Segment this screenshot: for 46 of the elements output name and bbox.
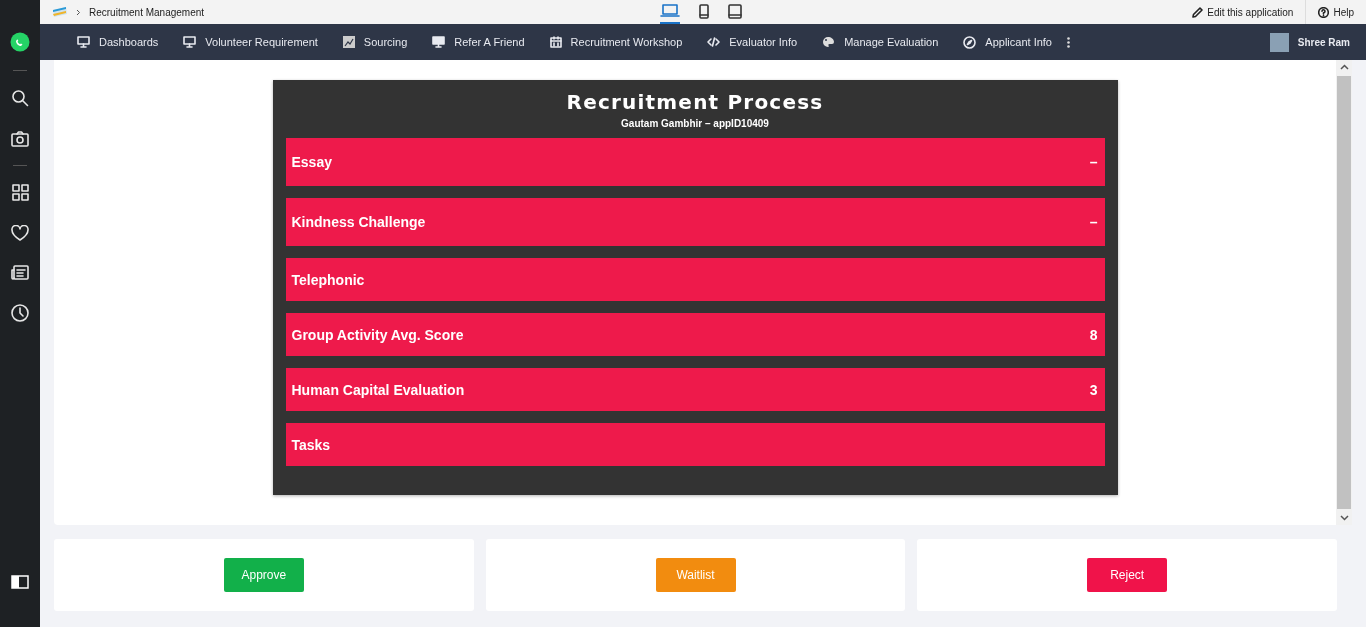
search-icon[interactable] [11,89,29,107]
process-row[interactable]: Kindness Challenge – [285,198,1105,246]
nav-item[interactable]: Recruitment Workshop [549,36,683,48]
grid-icon[interactable] [11,184,29,201]
scrollbar-thumb[interactable] [1337,76,1351,509]
compass-icon [963,35,977,49]
chevron-icon [76,8,81,16]
phone-icon [698,3,710,19]
nav-item[interactable]: Dashboards [77,36,159,48]
edit-link[interactable]: Edit this application [1180,0,1306,24]
monitor-icon [183,36,197,48]
calendar-icon [549,36,562,48]
process-row[interactable]: Essay – [285,138,1105,186]
nav-item[interactable]: Manage Evaluation [822,36,939,48]
help-icon [1318,6,1330,18]
process-row[interactable]: Group Activity Avg. Score 8 [285,313,1105,356]
pencil-icon [1192,6,1204,18]
clock-icon[interactable] [11,304,29,322]
app-logo-icon [52,6,68,18]
breadcrumb-title[interactable]: Recruitment Management [89,6,205,18]
process-title: Recruitment Process [565,90,825,114]
user-name[interactable]: Shree Ram [1297,36,1350,48]
avatar[interactable] [1269,32,1289,52]
process-row[interactable]: Human Capital Evaluation 3 [285,368,1105,411]
nav-item[interactable]: Volunteer Requirement [183,36,318,48]
newspaper-icon[interactable] [11,265,29,280]
code-icon [707,37,721,47]
monitor-icon [77,36,90,48]
palette-icon [822,36,836,48]
sidebar-toggle-icon[interactable] [11,575,29,589]
more-icon[interactable] [1067,36,1070,48]
whatsapp-icon[interactable] [10,32,30,52]
tablet-icon [728,3,742,19]
process-row[interactable]: Telephonic [285,258,1105,301]
nav-item[interactable]: Sourcing [342,36,408,48]
monitor-icon [432,36,446,48]
nav-item[interactable]: Applicant Info [963,35,1052,49]
reject-button[interactable]: Reject [1087,558,1168,592]
chart-icon [342,36,355,48]
laptop-icon [660,4,680,18]
nav-item[interactable]: Evaluator Info [707,36,798,48]
nav-item[interactable]: Refer A Friend [432,36,525,48]
camera-icon[interactable] [11,131,29,147]
process-row[interactable]: Tasks [285,423,1105,466]
applicant-subtitle: Gautam Gambhir – appID10409 [620,118,770,129]
heart-icon[interactable] [11,225,29,241]
